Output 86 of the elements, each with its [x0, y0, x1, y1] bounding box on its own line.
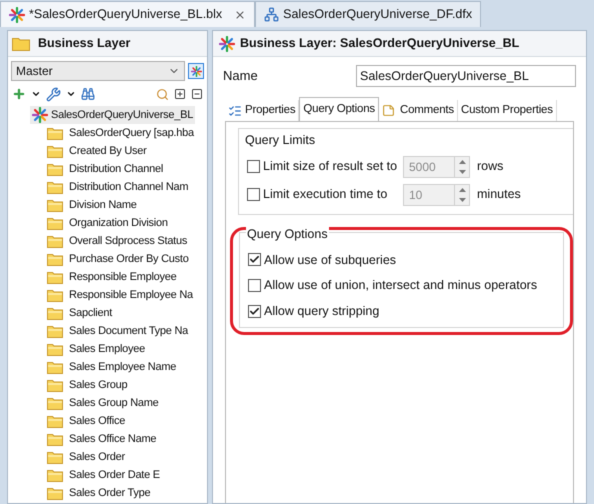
tree-item[interactable]: Sales Employee Name — [69, 358, 176, 376]
checkbox[interactable] — [248, 253, 261, 266]
folder-icon — [47, 144, 63, 158]
close-icon[interactable] — [234, 8, 246, 20]
group-title: Query Limits — [245, 132, 316, 149]
tree-item[interactable]: SalesOrderQueryUniverse_BL — [30, 106, 196, 124]
editor-tab[interactable]: *SalesOrderQueryUniverse_BL.blx — [0, 1, 256, 27]
folder-icon — [47, 378, 63, 392]
tree-item[interactable]: Purchase Order By Custo — [69, 250, 189, 268]
tree-item[interactable]: Distribution Channel — [69, 160, 164, 178]
tree-item[interactable]: Organization Division — [69, 214, 168, 232]
tree-item[interactable]: Sales Document Type Na — [69, 322, 188, 340]
tree-item[interactable]: Distribution Channel Nam — [69, 178, 188, 196]
folder-icon — [47, 306, 63, 320]
tree-item[interactable]: SalesOrderQuery [sap.hba — [69, 124, 194, 142]
star-logo-icon — [32, 107, 48, 123]
folder-icon — [47, 342, 63, 356]
folder-icon — [47, 198, 63, 212]
name-field[interactable]: SalesOrderQueryUniverse_BL — [356, 65, 576, 87]
panel-title: Business Layer — [38, 35, 130, 52]
tree-item[interactable]: Sales Order Date E — [69, 466, 160, 484]
editor-tab[interactable]: SalesOrderQueryUniverse_DF.dfx — [255, 1, 482, 27]
folder-icon — [47, 126, 63, 140]
folder-icon — [47, 324, 63, 338]
folder-icon — [47, 396, 63, 410]
tree-item[interactable]: Overall Sdprocess Status — [69, 232, 188, 250]
option-label: Allow use of union, intersect and minus operators — [264, 277, 538, 294]
tree-item[interactable]: Sales Order — [69, 448, 125, 466]
tree-item[interactable]: Responsible Employee — [69, 268, 177, 286]
property-tab[interactable]: Query Options — [299, 97, 379, 121]
group-title: Query Options — [246, 224, 329, 244]
unit-label: minutes — [477, 186, 521, 204]
folder-icon — [47, 468, 63, 482]
list-icon — [228, 104, 242, 118]
tree-item[interactable]: Sales Office — [69, 412, 126, 430]
folder-icon — [47, 270, 63, 284]
star-logo-icon — [9, 6, 25, 22]
checkbox[interactable] — [247, 188, 260, 202]
wrench-icon[interactable] — [46, 86, 61, 102]
view-dropdown[interactable]: Master — [11, 61, 185, 81]
option-label: Limit size of result set to — [263, 158, 398, 176]
unit-label: rows — [477, 158, 504, 176]
tree-item[interactable]: Sales Office Name — [69, 430, 156, 448]
tree-item[interactable]: Sapclient — [69, 304, 112, 322]
folder-icon — [47, 234, 63, 248]
folder-icon — [47, 414, 63, 428]
field-label: Name — [223, 67, 259, 86]
binoculars-icon[interactable] — [81, 87, 95, 101]
note-icon — [382, 104, 395, 117]
collapse-all-icon[interactable] — [191, 88, 203, 100]
folder-icon — [47, 162, 63, 176]
folder-icon — [47, 450, 63, 464]
checkbox[interactable] — [248, 279, 261, 292]
folder-icon — [47, 486, 63, 500]
folder-icon — [47, 288, 63, 302]
tab-label: *SalesOrderQueryUniverse_BL.blx — [29, 6, 222, 24]
tree-item[interactable]: Division Name — [69, 196, 137, 214]
network-icon — [264, 7, 280, 22]
add-icon[interactable] — [12, 87, 26, 101]
panel-title: Business Layer: SalesOrderQueryUniverse_BL — [240, 35, 520, 52]
property-tab[interactable]: Custom Properties — [458, 100, 557, 121]
expand-all-icon[interactable] — [174, 88, 186, 100]
folder-icon — [47, 252, 63, 266]
option-label: Allow query stripping — [264, 303, 380, 320]
checkbox[interactable] — [247, 160, 260, 174]
folder-icon — [47, 180, 63, 194]
tree-item[interactable]: Created By User — [69, 142, 147, 160]
tree-item[interactable]: Sales Order Type — [69, 484, 150, 502]
folder-icon — [47, 360, 63, 374]
checkbox[interactable] — [248, 304, 261, 318]
caret-icon[interactable] — [31, 89, 41, 99]
tree-item[interactable]: Sales Group Name — [69, 394, 159, 412]
property-tab[interactable]: Comments — [378, 100, 458, 121]
star-logo-icon — [219, 36, 235, 52]
tree-item[interactable]: Responsible Employee Na — [69, 286, 193, 304]
search-icon[interactable] — [156, 88, 169, 100]
folder-icon — [47, 432, 63, 446]
option-label: Allow use of subqueries — [264, 252, 396, 269]
caret-icon[interactable] — [66, 89, 76, 99]
tree-item[interactable]: Sales Group — [69, 376, 128, 394]
tree-item[interactable]: Sales Employee — [69, 340, 145, 358]
star-logo-icon — [190, 66, 202, 76]
option-label: Limit execution time to — [263, 186, 388, 204]
folder-icon — [12, 36, 30, 50]
tab-label: SalesOrderQueryUniverse_DF.dfx — [283, 6, 472, 24]
folder-icon — [47, 216, 63, 230]
